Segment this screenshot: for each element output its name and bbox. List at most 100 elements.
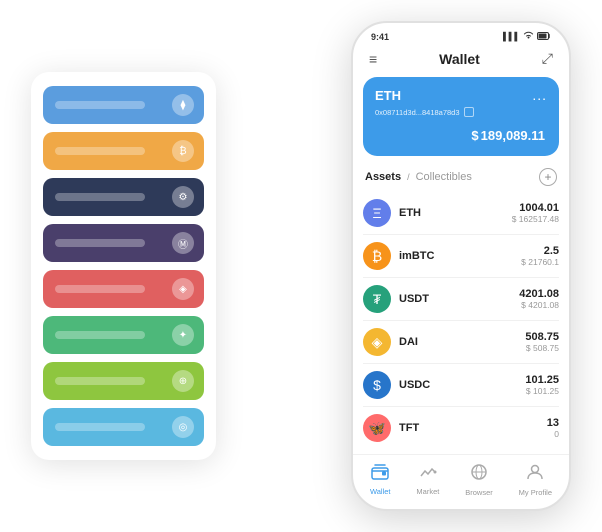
eth-icon: Ξ	[363, 199, 391, 227]
assets-header: Assets / Collectibles +	[353, 164, 569, 192]
status-bar: 9:41 ▌▌▌	[353, 23, 569, 46]
list-item[interactable]: ⧫	[43, 86, 204, 124]
nav-bar: ≡ Wallet ⤢	[353, 46, 569, 73]
asset-values-tft: 13 0	[547, 417, 559, 439]
profile-nav-label: My Profile	[519, 488, 552, 497]
card-icon: ✦	[172, 324, 194, 346]
wifi-icon	[523, 31, 534, 42]
card-icon: ⚙	[172, 186, 194, 208]
bottom-nav-browser[interactable]: Browser	[465, 463, 493, 497]
status-icons: ▌▌▌	[503, 31, 551, 42]
asset-name-usdc: USDC	[399, 379, 525, 391]
page-title: Wallet	[439, 51, 480, 67]
add-asset-button[interactable]: +	[539, 168, 557, 186]
dai-usd: $ 508.75	[525, 343, 559, 353]
market-nav-label: Market	[416, 487, 439, 496]
bottom-nav: Wallet Market	[353, 454, 569, 509]
asset-row-eth[interactable]: Ξ ETH 1004.01 $ 162517.48	[363, 192, 559, 235]
eth-card[interactable]: ETH ... 0x08711d3d...8418a78d3 $189,089.…	[363, 77, 559, 156]
card-line	[55, 377, 145, 385]
bottom-nav-profile[interactable]: My Profile	[519, 463, 552, 497]
asset-values-imbtc: 2.5 $ 21760.1	[521, 245, 559, 267]
phone-frame: 9:41 ▌▌▌	[351, 21, 571, 511]
tab-separator: /	[407, 172, 410, 182]
list-item[interactable]: ◈	[43, 270, 204, 308]
asset-name-dai: DAI	[399, 336, 525, 348]
asset-name-usdt: USDT	[399, 293, 519, 305]
tab-collectibles[interactable]: Collectibles	[416, 171, 472, 183]
card-line	[55, 423, 145, 431]
tab-assets[interactable]: Assets	[365, 171, 401, 183]
copy-icon[interactable]	[464, 107, 474, 117]
eth-card-menu[interactable]: ...	[532, 87, 547, 103]
asset-values-eth: 1004.01 $ 162517.48	[512, 202, 559, 224]
tft-amount: 13	[547, 417, 559, 429]
card-line	[55, 147, 145, 155]
asset-name-tft: TFT	[399, 422, 547, 434]
card-icon: ⧫	[172, 94, 194, 116]
asset-row-imbtc[interactable]: ₿ imBTC 2.5 $ 21760.1	[363, 235, 559, 278]
eth-amount: 1004.01	[512, 202, 559, 214]
list-item[interactable]: ⊕	[43, 362, 204, 400]
wallet-nav-label: Wallet	[370, 487, 391, 496]
usdt-amount: 4201.08	[519, 288, 559, 300]
expand-icon[interactable]: ⤢	[542, 50, 553, 67]
card-line	[55, 193, 145, 201]
card-line	[55, 331, 145, 339]
card-icon: ₿	[172, 140, 194, 162]
card-stack: ⧫ ₿ ⚙ Ⓜ ◈ ✦ ⊕ ◎	[31, 72, 216, 460]
usdc-usd: $ 101.25	[525, 386, 559, 396]
asset-name-eth: ETH	[399, 207, 512, 219]
status-time: 9:41	[371, 32, 389, 42]
asset-values-usdc: 101.25 $ 101.25	[525, 374, 559, 396]
asset-name-imbtc: imBTC	[399, 250, 521, 262]
list-item[interactable]: ✦	[43, 316, 204, 354]
assets-tabs: Assets / Collectibles	[365, 171, 472, 183]
scene: ⧫ ₿ ⚙ Ⓜ ◈ ✦ ⊕ ◎	[11, 11, 591, 521]
menu-icon[interactable]: ≡	[369, 51, 377, 67]
asset-values-dai: 508.75 $ 508.75	[525, 331, 559, 353]
browser-nav-icon	[470, 463, 488, 486]
asset-row-usdc[interactable]: $ USDC 101.25 $ 101.25	[363, 364, 559, 407]
card-icon: ◈	[172, 278, 194, 300]
bottom-nav-wallet[interactable]: Wallet	[370, 464, 391, 496]
market-nav-icon	[419, 464, 437, 485]
usdc-amount: 101.25	[525, 374, 559, 386]
asset-row-usdt[interactable]: ₮ USDT 4201.08 $ 4201.08	[363, 278, 559, 321]
list-item[interactable]: Ⓜ	[43, 224, 204, 262]
tft-usd: 0	[547, 429, 559, 439]
asset-list: Ξ ETH 1004.01 $ 162517.48 ₿ imBTC 2.5 $ …	[353, 192, 569, 454]
browser-nav-label: Browser	[465, 488, 493, 497]
bottom-nav-market[interactable]: Market	[416, 464, 439, 496]
asset-values-usdt: 4201.08 $ 4201.08	[519, 288, 559, 310]
dai-icon: ◈	[363, 328, 391, 356]
asset-row-tft[interactable]: 🦋 TFT 13 0	[363, 407, 559, 449]
usdt-icon: ₮	[363, 285, 391, 313]
eth-card-address: 0x08711d3d...8418a78d3	[375, 107, 547, 117]
asset-row-dai[interactable]: ◈ DAI 508.75 $ 508.75	[363, 321, 559, 364]
card-line	[55, 285, 145, 293]
eth-card-balance: $189,089.11	[375, 123, 547, 146]
usdc-icon: $	[363, 371, 391, 399]
list-item[interactable]: ⚙	[43, 178, 204, 216]
card-icon: ⊕	[172, 370, 194, 392]
usdt-usd: $ 4201.08	[519, 300, 559, 310]
list-item[interactable]: ₿	[43, 132, 204, 170]
profile-nav-icon	[526, 463, 544, 486]
card-icon: ◎	[172, 416, 194, 438]
imbtc-usd: $ 21760.1	[521, 257, 559, 267]
eth-card-name: ETH	[375, 88, 401, 103]
card-line	[55, 239, 145, 247]
list-item[interactable]: ◎	[43, 408, 204, 446]
signal-icon: ▌▌▌	[503, 32, 520, 41]
dai-amount: 508.75	[525, 331, 559, 343]
card-line	[55, 101, 145, 109]
wallet-nav-icon	[371, 464, 389, 485]
battery-icon	[537, 32, 551, 42]
imbtc-icon: ₿	[363, 242, 391, 270]
tft-icon: 🦋	[363, 414, 391, 442]
card-icon: Ⓜ	[172, 232, 194, 254]
eth-usd: $ 162517.48	[512, 214, 559, 224]
imbtc-amount: 2.5	[521, 245, 559, 257]
eth-card-header: ETH ...	[375, 87, 547, 103]
